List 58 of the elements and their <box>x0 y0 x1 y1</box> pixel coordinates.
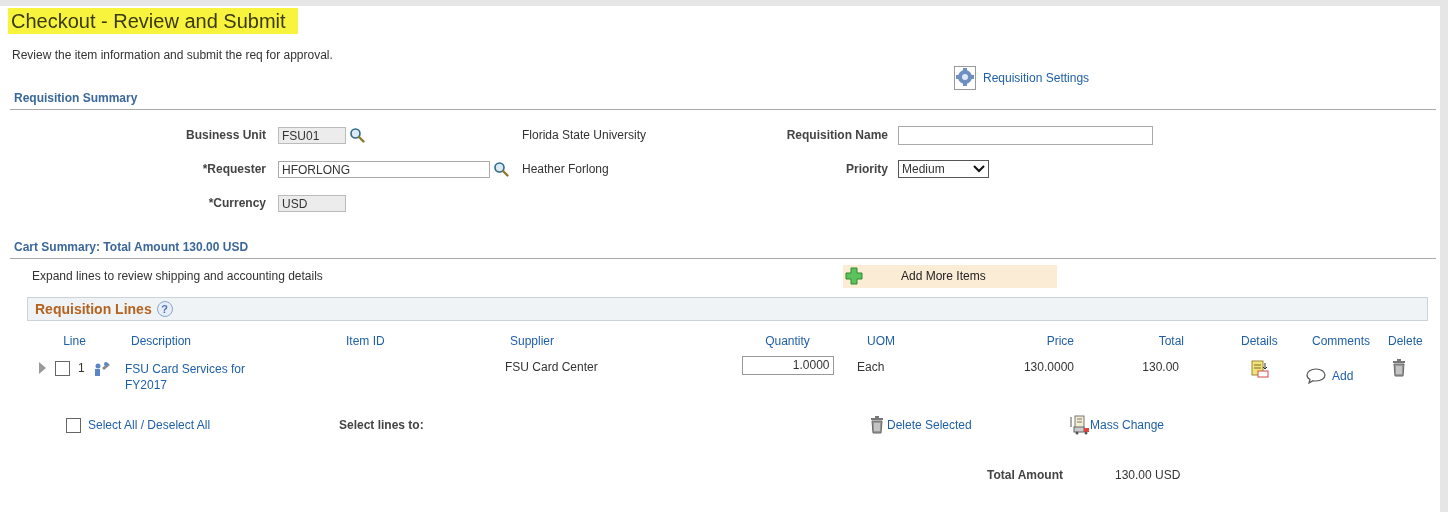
delete-selected-link[interactable]: Delete Selected <box>887 418 972 432</box>
field-label: Requisition Name <box>785 128 888 142</box>
column-header[interactable]: Description <box>122 332 340 350</box>
instructions-text: Review the item information and submit the req for approval. <box>12 47 334 63</box>
column-header[interactable]: Supplier <box>505 332 735 350</box>
panel-title: Requisition Lines <box>35 301 152 317</box>
table-cell: FSU Card Center <box>505 360 598 374</box>
column-header[interactable]: Quantity <box>735 332 840 350</box>
gear-icon[interactable] <box>954 66 976 90</box>
add-comment-link[interactable]: Add <box>1332 368 1354 384</box>
column-header[interactable]: Line <box>27 332 122 350</box>
field-description: Florida State University <box>522 128 647 142</box>
column-header[interactable]: UOM <box>840 332 960 350</box>
column-header[interactable]: Total <box>1080 332 1190 350</box>
input-field[interactable]: HFORLONG <box>278 160 490 178</box>
section-heading: Requisition Summary <box>14 91 138 105</box>
table-cell: 130.0000 <box>1023 360 1074 374</box>
mass-change-link[interactable]: Mass Change <box>1090 418 1165 432</box>
plus-icon <box>845 267 863 285</box>
column-header[interactable]: Details <box>1190 332 1300 350</box>
column-header[interactable]: Item ID <box>340 332 505 350</box>
page-title: Checkout - Review and Submit <box>8 8 298 34</box>
input-field[interactable] <box>898 125 1153 145</box>
search-icon[interactable] <box>493 161 509 177</box>
field-label: Priority <box>845 162 888 176</box>
details-icon[interactable] <box>1250 359 1270 379</box>
add-more-items-button[interactable]: Add More Items <box>843 264 1057 288</box>
search-icon[interactable] <box>349 127 365 143</box>
hint-text: Expand lines to review shipping and accounting details <box>32 269 324 283</box>
field-label: *Currency <box>207 196 266 210</box>
select-lines-label: Select lines to: <box>339 418 425 432</box>
item-description-link[interactable]: FSU Card Services for FY2017 <box>125 361 275 393</box>
quantity-field[interactable]: 1.0000 <box>741 356 834 375</box>
field-description: Heather Forlong <box>522 162 609 176</box>
caret-icon <box>973 165 985 173</box>
column-header[interactable]: Price <box>960 332 1080 350</box>
section-heading: Cart Summary: Total Amount 130.00 USD <box>14 240 249 254</box>
column-header[interactable]: Delete <box>1383 332 1430 350</box>
row-checkbox[interactable] <box>55 360 70 376</box>
total-value: 130.00 USD <box>1115 467 1181 484</box>
trash-icon[interactable] <box>870 416 884 434</box>
select-all-link[interactable]: Select All / Deselect All <box>88 418 211 432</box>
speech-bubble-icon[interactable] <box>1305 367 1327 385</box>
total-label: Total Amount <box>987 467 1064 484</box>
mass-change-icon[interactable] <box>1070 415 1090 435</box>
settings-link[interactable]: Requisition Settings <box>983 71 1090 85</box>
user-item-icon <box>92 359 111 377</box>
field-label: *Requester <box>201 162 266 176</box>
line-number: 1 <box>78 360 85 376</box>
table-cell: Each <box>857 360 885 374</box>
table-cell: 130.00 <box>1142 360 1179 374</box>
expand-arrow-icon[interactable] <box>37 361 47 375</box>
field-label: Business Unit <box>185 128 266 142</box>
column-header[interactable]: Comments <box>1300 332 1383 350</box>
help-button[interactable]: ? <box>156 301 173 317</box>
priority-dropdown[interactable]: Medium <box>898 160 989 178</box>
select-all-checkbox[interactable] <box>66 417 81 433</box>
trash-icon[interactable] <box>1392 359 1406 377</box>
